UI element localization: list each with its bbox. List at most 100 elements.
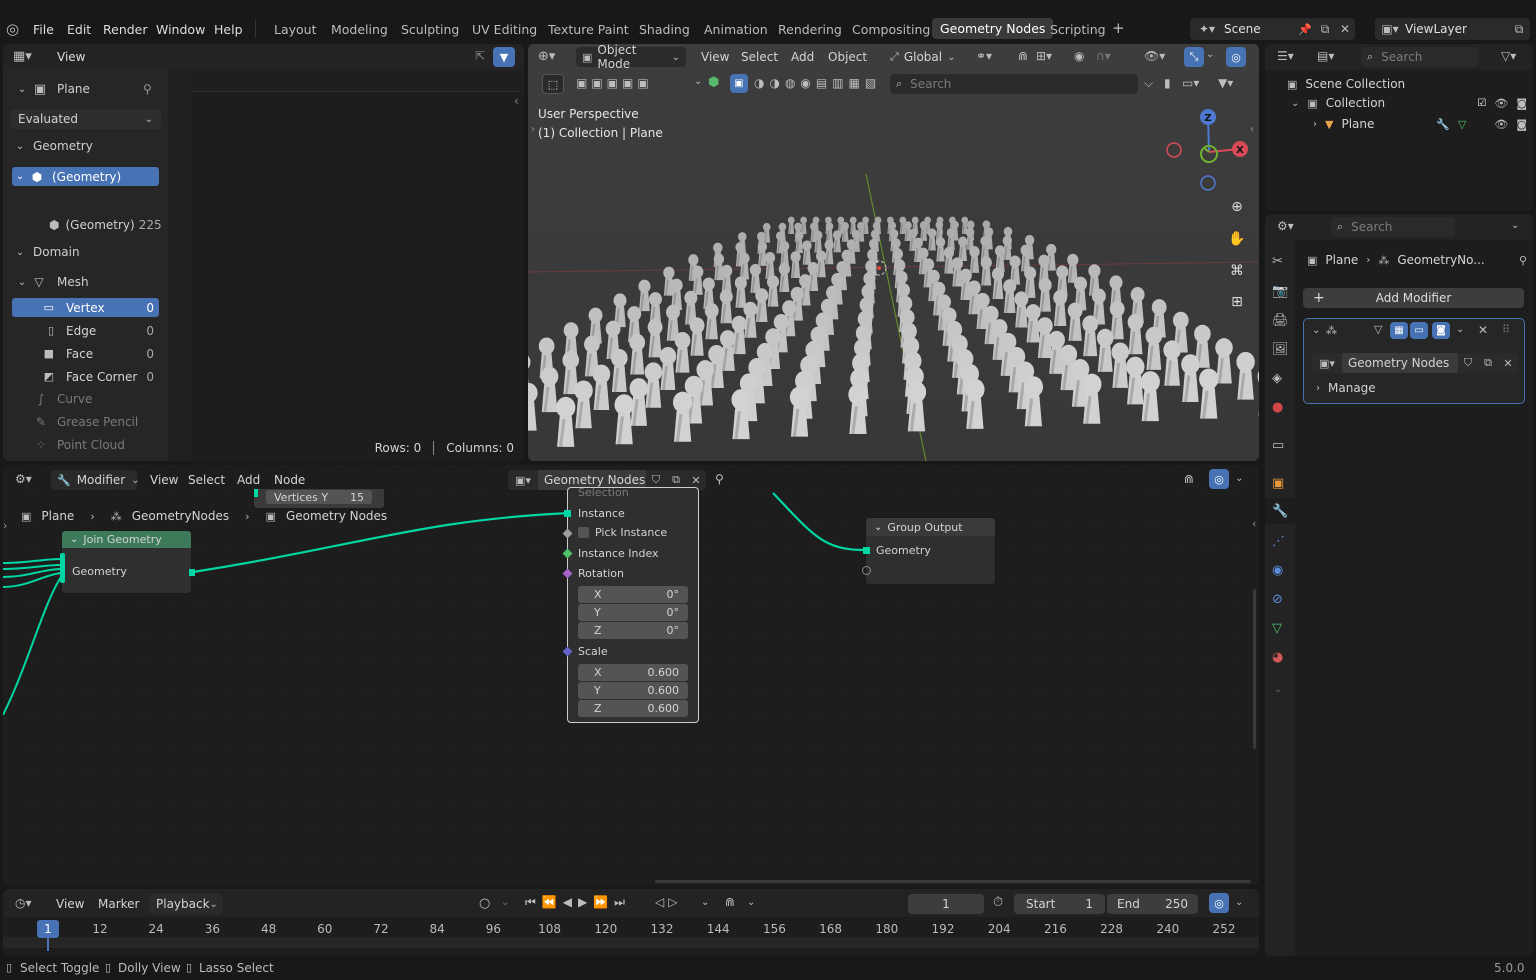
chevron-down-icon[interactable]: ⌄: [701, 897, 709, 908]
breadcrumb-object[interactable]: Plane: [41, 509, 74, 523]
timeline-track[interactable]: [3, 937, 1259, 948]
render-toggle-icon[interactable]: ◙: [1432, 322, 1450, 339]
tab-shading[interactable]: Shading: [639, 22, 690, 37]
mode-dropdown[interactable]: ▣ Object Mode ⌄: [576, 44, 686, 71]
scale-z-field[interactable]: Z 0.600: [578, 700, 688, 717]
object-tab-icon[interactable]: ▣: [1272, 476, 1284, 491]
duplicate-icon[interactable]: ⧉: [1478, 356, 1498, 370]
modifier-tab-icon[interactable]: 🔧: [1272, 504, 1288, 519]
record-icon[interactable]: ○: [479, 896, 490, 911]
material-tab-icon[interactable]: ◕: [1272, 650, 1283, 665]
tab-layout[interactable]: Layout: [274, 22, 317, 37]
geometry-subitem[interactable]: ⬢ (Geometry) 225: [49, 215, 162, 235]
world-tab-icon[interactable]: ●: [1272, 400, 1283, 415]
chevron-down-icon[interactable]: ⌄: [1235, 473, 1243, 484]
scene-selector[interactable]: ✦▾ Scene 📌 ⧉ ✕: [1190, 18, 1355, 40]
scene-tab-icon[interactable]: ◈: [1272, 371, 1282, 386]
scale-x-field[interactable]: X 0.600: [578, 664, 688, 681]
object-type-icon[interactable]: ⬢: [708, 75, 719, 90]
keyframe-jump-icons[interactable]: ◁▷: [655, 895, 681, 909]
camera-icon[interactable]: ◙: [1516, 97, 1527, 110]
geometry-section-header[interactable]: ⌄ Geometry: [13, 136, 93, 156]
collection-tab-icon[interactable]: ▭: [1272, 438, 1284, 453]
breadcrumb-modifier[interactable]: GeometryNodes: [132, 509, 229, 523]
editor-type-icon[interactable]: ▦▾: [13, 49, 32, 64]
menu-view[interactable]: View: [57, 50, 85, 64]
close-icon[interactable]: ✕: [1335, 22, 1355, 36]
menu-view[interactable]: View: [701, 50, 729, 64]
grease-pencil-row[interactable]: ✎ Grease Pencil: [33, 412, 138, 432]
menu-object[interactable]: Object: [828, 50, 867, 64]
scene-collection-row[interactable]: ▣ Scene Collection: [1287, 74, 1405, 94]
chevron-left-icon[interactable]: ‹: [1252, 517, 1256, 530]
tab-texture-paint[interactable]: Texture Paint: [548, 22, 629, 37]
constraints-tab-icon[interactable]: ⊘: [1272, 592, 1283, 607]
pick-instance-checkbox[interactable]: Pick Instance: [578, 526, 667, 539]
tab-geometry-nodes[interactable]: Geometry Nodes: [932, 18, 1054, 39]
object-row[interactable]: ⌄ ▣ Plane: [15, 79, 90, 99]
node-editor[interactable]: ⚙▾ 🔧 Modifier ⌄ View Select Add Node ▣▾ …: [3, 465, 1259, 885]
duplicate-icon[interactable]: ⧉: [666, 473, 686, 487]
grid-node-partial[interactable]: Vertices Y 15: [253, 489, 385, 509]
menu-add[interactable]: Add: [237, 473, 260, 487]
rotation-z-field[interactable]: Z 0°: [578, 622, 688, 639]
chevron-down-icon[interactable]: ⌄: [1235, 897, 1243, 908]
drag-handle-icon[interactable]: ⠿: [1502, 323, 1510, 336]
menu-edit[interactable]: Edit: [67, 22, 91, 37]
wrench-icon[interactable]: 🔧: [1436, 118, 1450, 131]
edit-mode-toggle-icon[interactable]: ▽: [1374, 323, 1382, 336]
menu-window[interactable]: Window: [156, 22, 205, 37]
chevron-down-icon[interactable]: ⌄: [1274, 684, 1282, 695]
scale-y-field[interactable]: Y 0.600: [578, 682, 688, 699]
new-scene-icon[interactable]: ⧉: [1315, 22, 1335, 37]
gizmo-toggle-icon[interactable]: ⤡: [1184, 47, 1204, 67]
data-tab-icon[interactable]: ▽: [1272, 621, 1282, 636]
chevron-down-icon[interactable]: ⌄: [1511, 220, 1519, 231]
current-frame-field[interactable]: 1: [908, 894, 984, 914]
stopwatch-icon[interactable]: ⏱: [993, 895, 1003, 910]
plane-row[interactable]: › ▼ Plane 🔧 ▽ 👁 ◙: [1313, 114, 1527, 134]
object-filter-icons[interactable]: ◑◑◍◉▤▥▦▧: [754, 76, 881, 90]
selected-only-icon[interactable]: ⇱: [475, 49, 485, 63]
vertices-y-field[interactable]: Vertices Y 15: [266, 490, 372, 504]
join-geometry-node[interactable]: ⌄ Join Geometry Geometry: [60, 530, 195, 594]
tab-scripting[interactable]: Scripting: [1050, 22, 1106, 37]
viewport-search[interactable]: ⌕ Search: [890, 74, 1138, 94]
end-frame-field[interactable]: End 250: [1107, 894, 1198, 914]
menu-select[interactable]: Select: [741, 50, 778, 64]
menu-select[interactable]: Select: [188, 473, 225, 487]
chevron-right-icon[interactable]: ›: [3, 519, 7, 532]
geometry-output-socket[interactable]: [189, 569, 195, 576]
playback-dropdown[interactable]: Playback ⌄: [149, 894, 223, 914]
viewlayer-selector[interactable]: ▣▾ ViewLayer ⧉: [1375, 18, 1530, 40]
chevron-down-icon[interactable]: ⌄: [1206, 49, 1214, 60]
chevron-right-icon[interactable]: ›: [531, 124, 535, 135]
chevron-left-icon[interactable]: ‹: [1250, 124, 1254, 135]
render-tab-icon[interactable]: 📷: [1272, 284, 1288, 299]
playback-controls-icons[interactable]: ⏮⏪◀▶⏩⏭: [525, 895, 631, 910]
group-output-header[interactable]: ⌄ Group Output: [866, 518, 995, 536]
shield-icon[interactable]: ⛉: [1458, 356, 1478, 370]
falloff-icon[interactable]: ∩▾: [1096, 49, 1111, 63]
domain-section-header[interactable]: ⌄ Domain: [13, 242, 80, 262]
new-viewlayer-icon[interactable]: ⧉: [1508, 22, 1530, 37]
pan-hand-icon[interactable]: ✋: [1226, 228, 1248, 250]
instance-input-socket[interactable]: [564, 510, 571, 517]
display-icon[interactable]: ▭▾: [1182, 76, 1199, 90]
chevron-left-icon[interactable]: ‹: [514, 94, 519, 108]
chevron-down-icon[interactable]: ⌄: [501, 897, 509, 908]
editor-type-icon[interactable]: ◷▾: [15, 896, 32, 910]
mesh-row[interactable]: ⌄ ▽ Mesh: [15, 272, 89, 292]
viewport-3d[interactable]: ⊕▾ ▣ Object Mode ⌄ View Select Add Objec…: [528, 44, 1259, 461]
multi-input-socket[interactable]: [60, 553, 65, 583]
close-icon[interactable]: ✕: [1478, 323, 1488, 337]
menu-add[interactable]: Add: [791, 50, 814, 64]
pin-icon[interactable]: ⚲: [715, 472, 724, 486]
auto-keying-icon[interactable]: ⋒: [725, 895, 735, 909]
start-frame-field[interactable]: Start 1: [1014, 894, 1105, 914]
geometry-item-selected[interactable]: ⌄ ⬢ (Geometry): [12, 167, 159, 186]
menu-render[interactable]: Render: [103, 22, 148, 37]
overlay-toggle-icon[interactable]: ◎: [1226, 47, 1246, 67]
editor-context-dropdown[interactable]: 🔧 Modifier ⌄: [51, 470, 140, 490]
editor-type-icon[interactable]: ☰▾: [1277, 49, 1294, 63]
